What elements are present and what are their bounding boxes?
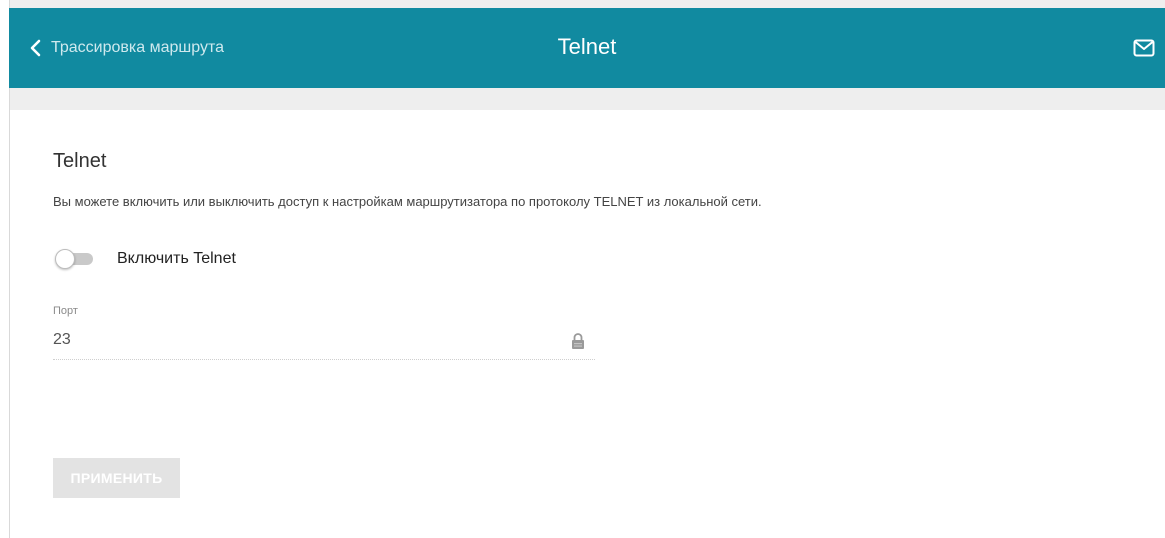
page-title: Telnet — [557, 34, 617, 59]
section-title: Telnet — [53, 150, 107, 172]
section-description: Вы можете включить или выключить доступ … — [53, 194, 762, 209]
telnet-settings-card: Telnet Вы можете включить или выключить … — [10, 110, 1165, 538]
port-field[interactable]: 23 — [53, 326, 595, 360]
apply-button[interactable]: ПРИМЕНИТЬ — [53, 458, 180, 498]
telnet-toggle-label: Включить Telnet — [117, 250, 236, 267]
lock-icon — [572, 333, 584, 349]
mail-icon — [1133, 39, 1155, 57]
port-label: Порт — [53, 305, 78, 317]
header-bar: Трассировка маршрута Telnet — [9, 8, 1165, 88]
mail-button[interactable] — [1133, 39, 1155, 62]
telnet-toggle[interactable] — [53, 249, 97, 269]
telnet-toggle-row[interactable]: Включить Telnet — [53, 249, 236, 269]
port-value: 23 — [53, 331, 71, 348]
top-border — [9, 0, 1165, 8]
toggle-knob — [55, 249, 75, 269]
content-spacer — [10, 88, 1165, 110]
